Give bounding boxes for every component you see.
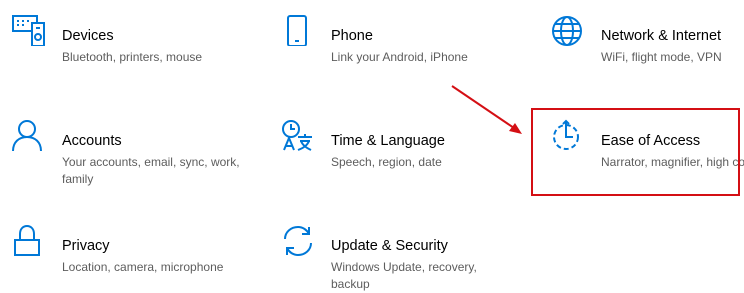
tile-update-security[interactable]: Update & Security Windows Update, recove… (281, 220, 509, 292)
person-icon (12, 115, 46, 151)
tile-title: Phone (331, 28, 373, 44)
tile-devices[interactable]: Devices Bluetooth, printers, mouse (12, 10, 240, 82)
lock-icon (12, 220, 46, 256)
tile-time-language[interactable]: Time & Language Speech, region, date (281, 115, 509, 187)
globe-icon (551, 10, 585, 46)
tile-privacy[interactable]: Privacy Location, camera, microphone (12, 220, 240, 292)
tile-title: Time & Language (331, 133, 445, 149)
tile-description: Link your Android, iPhone (331, 50, 468, 64)
phone-icon (281, 10, 315, 46)
highlight-box (531, 108, 740, 196)
devices-icon (12, 10, 46, 46)
tile-accounts[interactable]: Accounts Your accounts, email, sync, wor… (12, 115, 240, 187)
tile-phone[interactable]: Phone Link your Android, iPhone (281, 10, 509, 82)
tile-description: Your accounts, email, sync, work, family (62, 155, 240, 186)
tile-description: Windows Update, recovery, backup (331, 260, 477, 291)
sync-icon (281, 220, 315, 256)
tile-description: Bluetooth, printers, mouse (62, 50, 203, 64)
tile-description: Location, camera, microphone (62, 260, 224, 274)
tile-title: Update & Security (331, 238, 448, 254)
tile-title: Privacy (62, 238, 110, 254)
tile-description: Speech, region, date (331, 155, 442, 169)
tile-title: Devices (62, 28, 114, 44)
time-language-icon (281, 115, 315, 151)
tile-description: WiFi, flight mode, VPN (601, 50, 722, 64)
tile-title: Accounts (62, 133, 122, 149)
tile-network-internet[interactable]: Network & Internet WiFi, flight mode, VP… (551, 10, 744, 82)
tile-title: Network & Internet (601, 28, 722, 44)
